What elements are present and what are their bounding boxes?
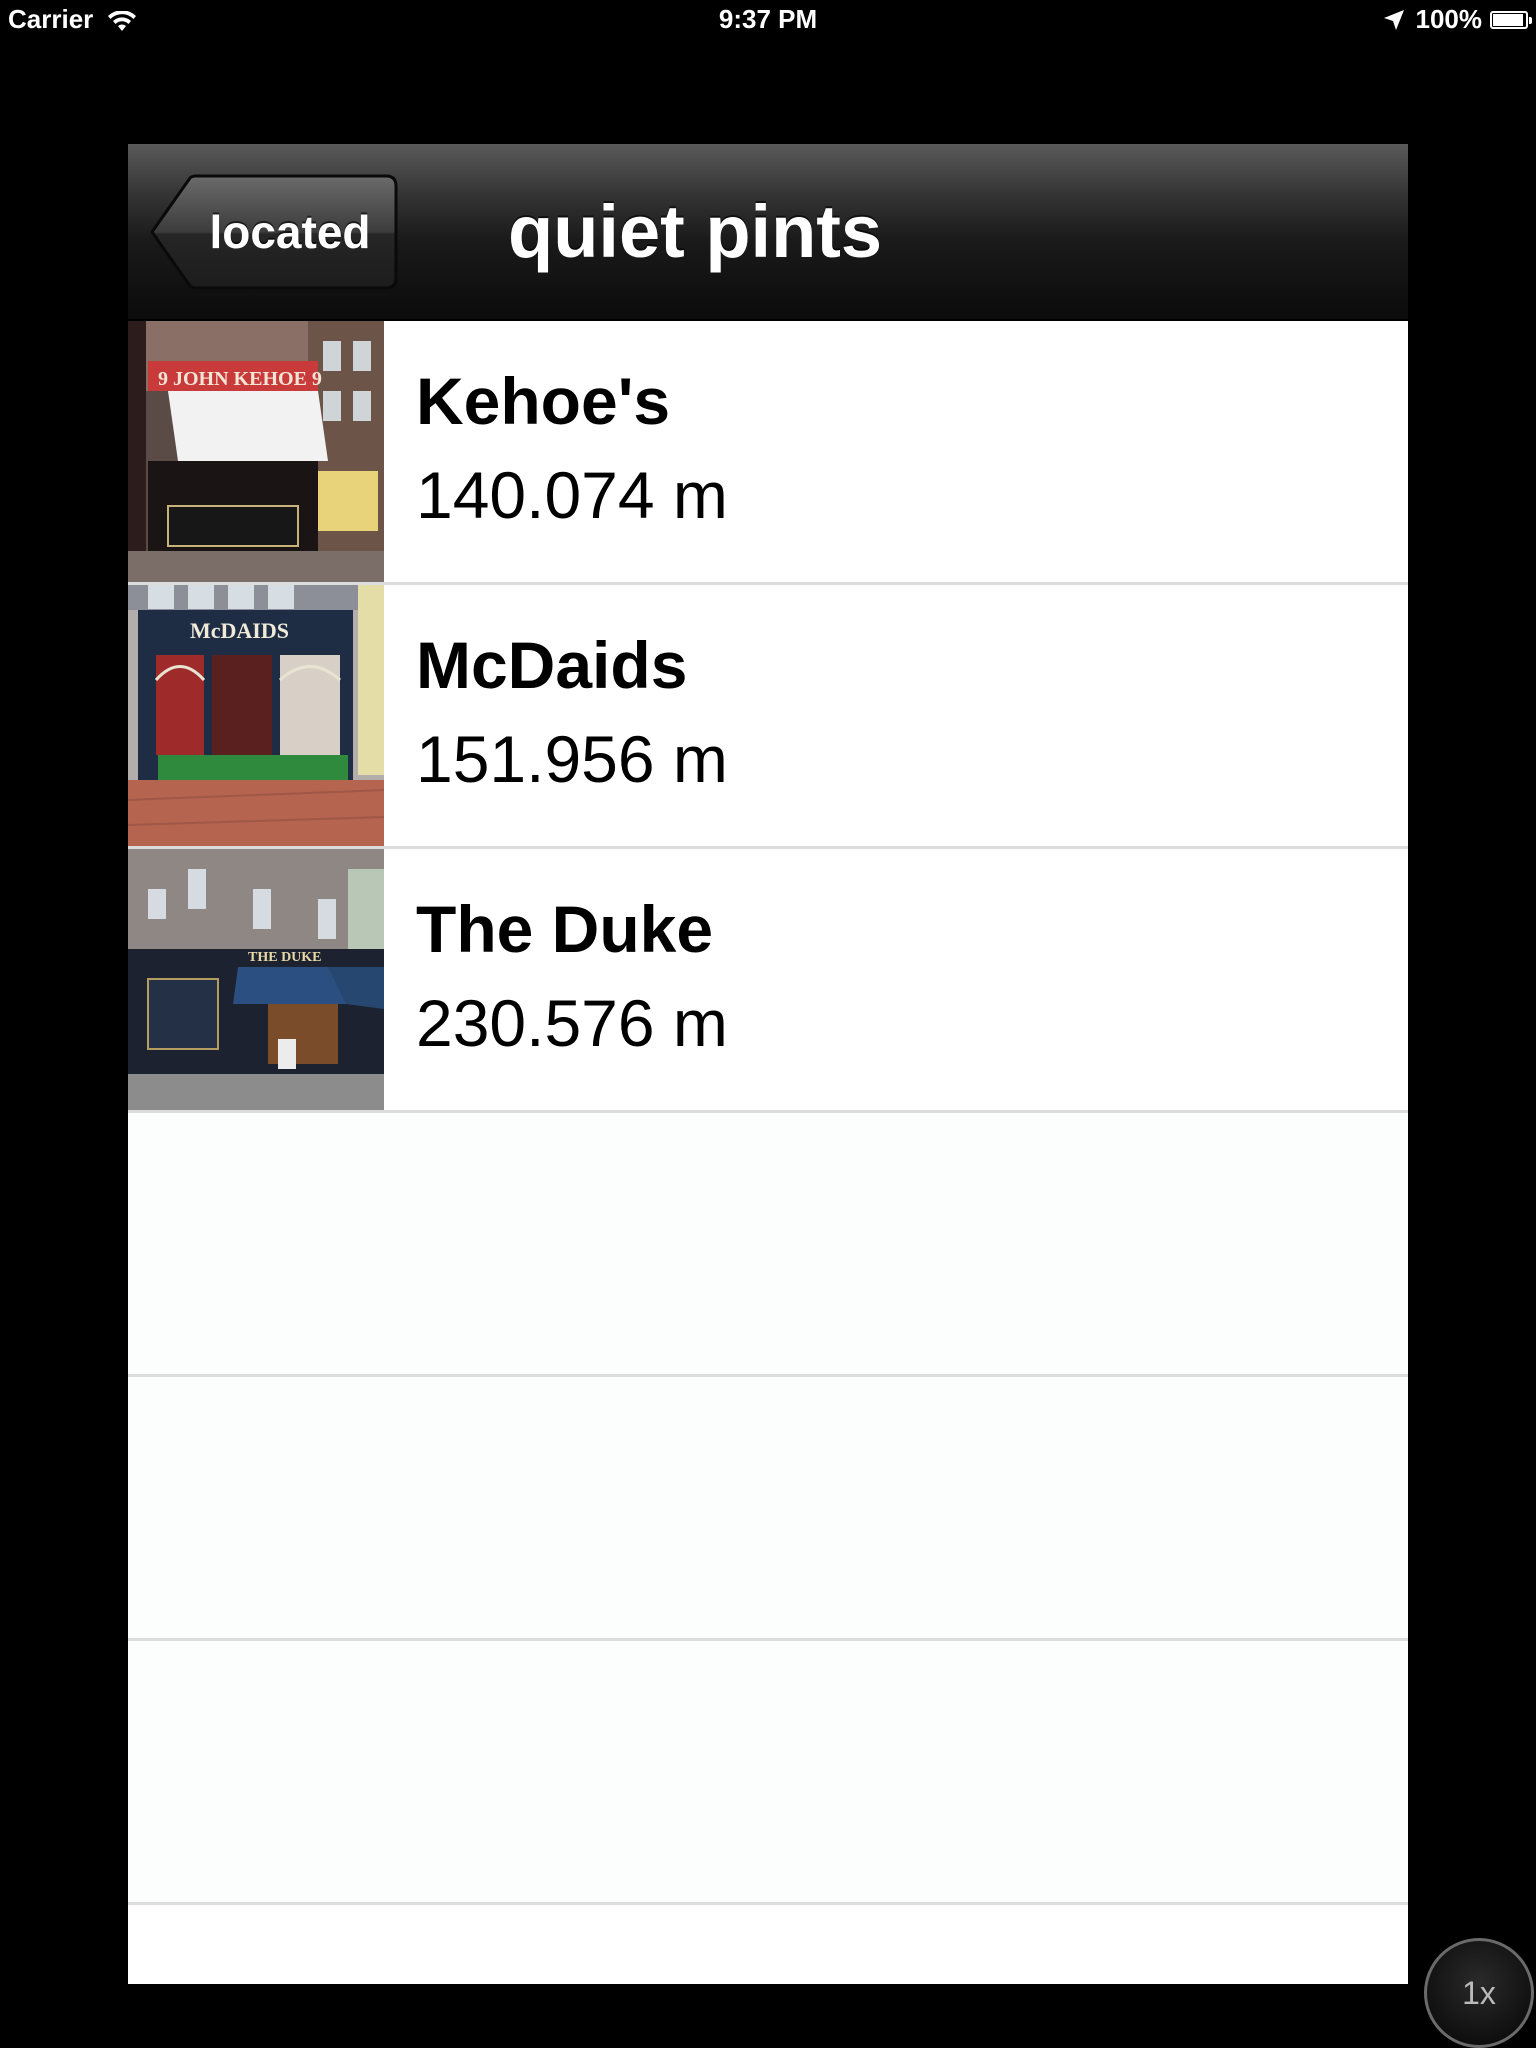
back-button[interactable]: located [148, 174, 398, 290]
location-arrow-icon [1383, 9, 1404, 30]
app-window: located quiet pints 9 JOHN KEHOE 9 Kehoe… [128, 144, 1408, 1984]
pub-distance: 151.956 m [416, 722, 728, 796]
status-time: 9:37 PM [718, 4, 818, 34]
pub-name: Kehoe's [416, 364, 671, 438]
status-bar: Carrier 9:37 PM 100% [0, 0, 1536, 40]
sign-text: McDAIDS [190, 618, 289, 643]
pub-photo-the-duke: THE DUKE [128, 849, 384, 1110]
list-item[interactable]: THE DUKE The Duke 230.576 m [128, 849, 1408, 1113]
battery-fill [1493, 13, 1523, 26]
pub-photo-mcdaids: McDAIDS [128, 585, 384, 846]
navigation-bar: located quiet pints [128, 144, 1408, 321]
list-item[interactable]: 9 JOHN KEHOE 9 Kehoe's 140.074 m [128, 321, 1408, 585]
sign-text: THE DUKE [248, 950, 322, 965]
pub-name: The Duke [416, 892, 714, 966]
page-title: quiet pints [508, 190, 883, 273]
empty-row [128, 1641, 1408, 1905]
zoom-1x-button[interactable]: 1x [1424, 1938, 1534, 2048]
pub-distance: 230.576 m [416, 986, 728, 1060]
status-right: 100% [1382, 4, 1532, 35]
battery-percent: 100% [1415, 4, 1483, 34]
pub-name: McDaids [416, 628, 688, 702]
pub-distance: 140.074 m [416, 458, 728, 532]
pub-list: 9 JOHN KEHOE 9 Kehoe's 140.074 m McDAIDS… [128, 321, 1408, 1905]
back-button-label: located [209, 206, 371, 258]
sign-text: 9 JOHN KEHOE 9 [158, 368, 322, 390]
empty-row [128, 1113, 1408, 1377]
list-item[interactable]: McDAIDS McDaids 151.956 m [128, 585, 1408, 849]
pub-photo-kehoes: 9 JOHN KEHOE 9 [128, 321, 384, 582]
battery-icon [1490, 10, 1532, 29]
empty-row [128, 1377, 1408, 1641]
